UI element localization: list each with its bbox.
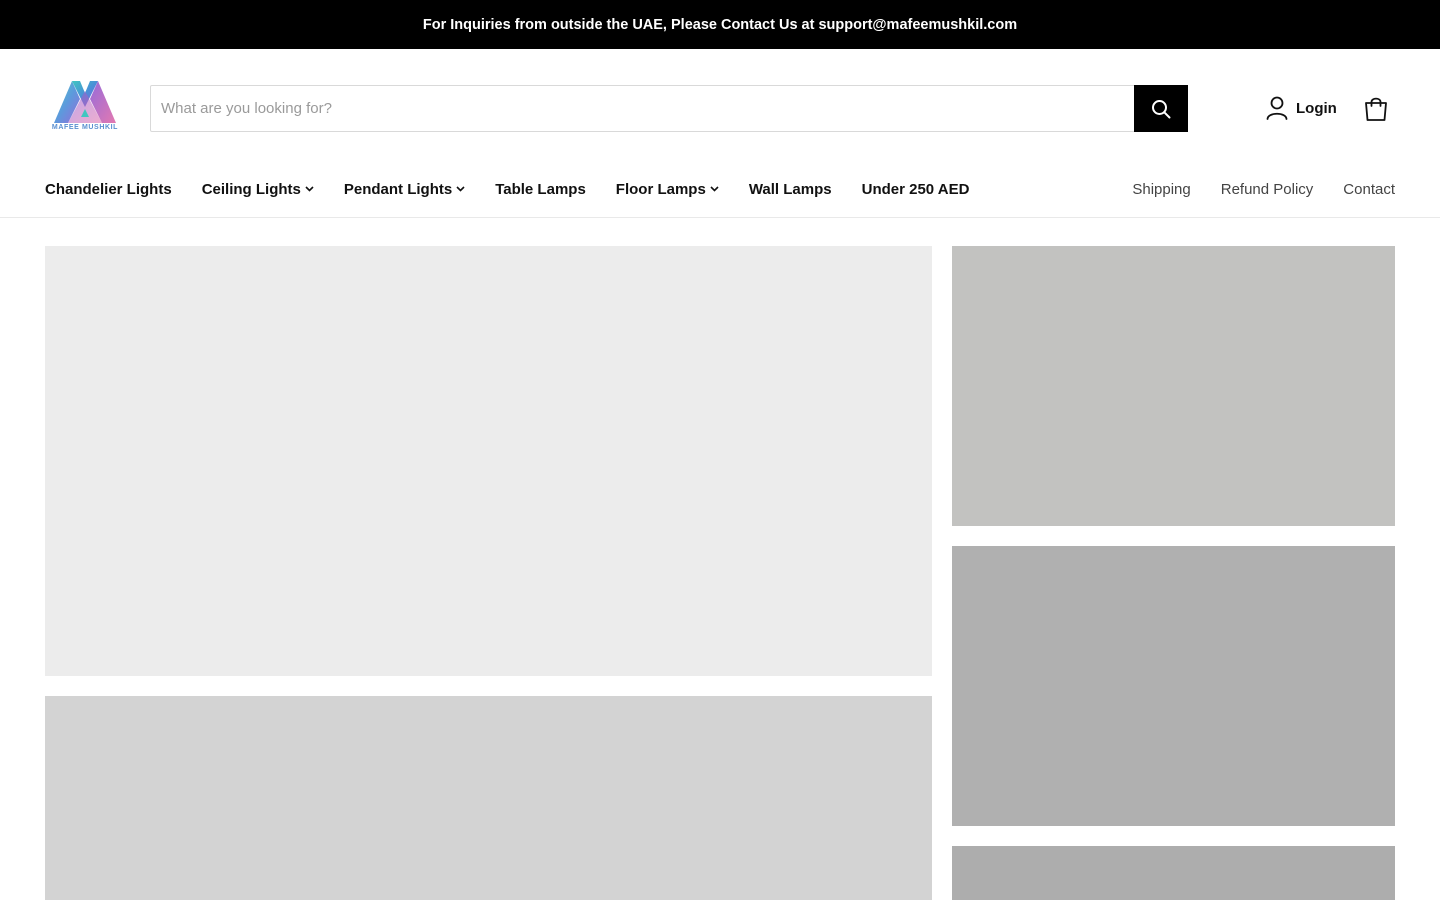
cart-button[interactable]	[1362, 95, 1390, 123]
side-tile-1[interactable]	[952, 246, 1395, 526]
nav-item-floor-lamps[interactable]: Floor Lamps	[616, 181, 719, 198]
nav-item-label: Floor Lamps	[615, 180, 706, 198]
nav-item-ceiling-lights[interactable]: Ceiling Lights	[202, 181, 314, 198]
nav-link-shipping[interactable]: Shipping	[1132, 181, 1190, 198]
logo-mark-icon	[54, 81, 116, 123]
nav-item-under-250-aed[interactable]: Under 250 AED	[862, 181, 970, 198]
chevron-down-icon	[456, 186, 465, 192]
logo-text: MAFEE MUSHKIL	[51, 124, 119, 131]
nav-item-pendant-lights[interactable]: Pendant Lights	[344, 181, 465, 198]
nav-link-contact[interactable]: Contact	[1343, 181, 1395, 198]
side-tile-2[interactable]	[952, 546, 1395, 826]
login-label: Login	[1296, 99, 1337, 117]
site-header: MAFEE MUSHKIL Login Chandelier Lights Ce…	[0, 49, 1440, 218]
chevron-down-icon	[710, 186, 719, 192]
main-nav: Chandelier Lights Ceiling Lights Pendant…	[45, 178, 969, 200]
nav-item-label: Table Lamps	[495, 180, 586, 198]
hero-tile-main[interactable]	[45, 246, 932, 676]
secondary-nav: Shipping Refund Policy Contact	[1132, 178, 1395, 200]
nav-item-label: Pendant Lights	[343, 180, 453, 198]
cart-icon	[1365, 97, 1387, 121]
nav-item-wall-lamps[interactable]: Wall Lamps	[749, 181, 832, 198]
nav-item-label: Chandelier Lights	[45, 180, 172, 198]
nav-item-table-lamps[interactable]: Table Lamps	[495, 181, 586, 198]
hero-tile-secondary[interactable]	[45, 696, 932, 900]
search-bar	[150, 85, 1188, 132]
chevron-down-icon	[305, 186, 314, 192]
nav-item-label: Wall Lamps	[748, 180, 832, 198]
nav-link-refund-policy[interactable]: Refund Policy	[1221, 181, 1314, 198]
nav-item-chandelier-lights[interactable]: Chandelier Lights	[45, 181, 172, 198]
search-icon	[1152, 99, 1171, 118]
side-tile-3[interactable]	[952, 846, 1395, 900]
login-link[interactable]: Login	[1266, 95, 1337, 121]
nav-item-label: Ceiling Lights	[201, 180, 301, 198]
nav-item-label: Under 250 AED	[861, 180, 970, 198]
announcement-text: For Inquiries from outside the UAE, Plea…	[422, 16, 1018, 33]
search-input[interactable]	[151, 86, 1135, 131]
brand-logo[interactable]: MAFEE MUSHKIL	[50, 77, 120, 135]
search-button[interactable]	[1134, 85, 1188, 132]
announcement-bar: For Inquiries from outside the UAE, Plea…	[0, 0, 1440, 49]
user-icon	[1266, 96, 1288, 120]
